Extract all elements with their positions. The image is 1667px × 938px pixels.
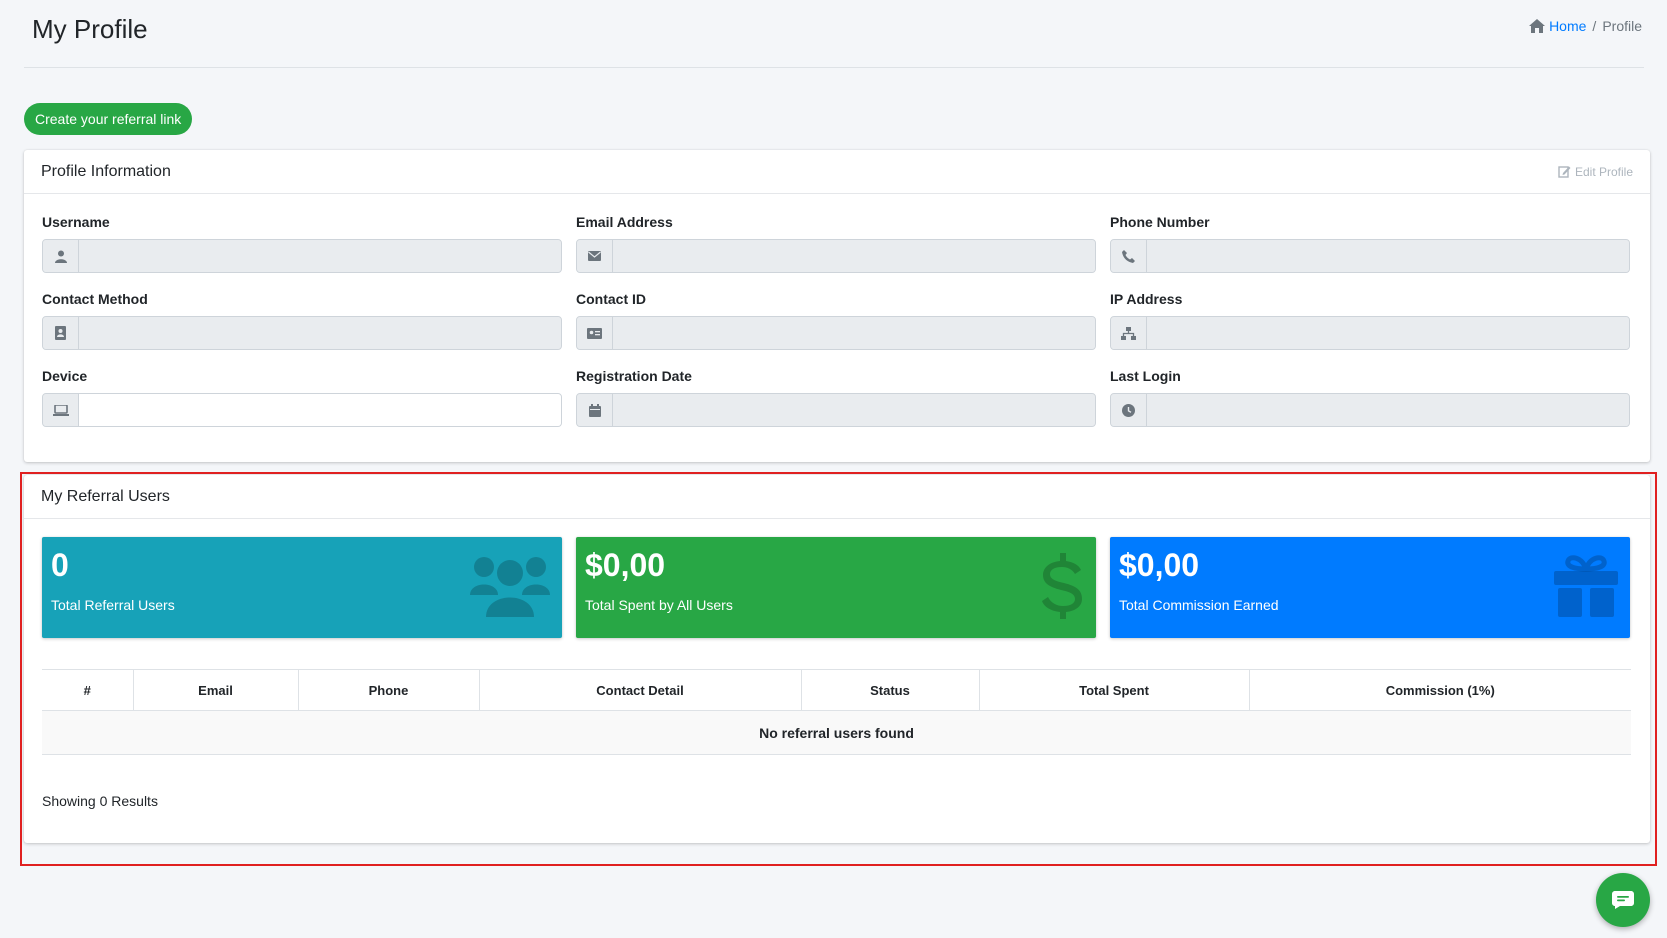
stat-value: $0,00 (1119, 547, 1200, 583)
stat-label: Total Spent by All Users (585, 597, 733, 613)
column-header-phone[interactable]: Phone (298, 669, 480, 711)
results-count: Showing 0 Results (42, 793, 158, 809)
profile-information-card: Profile Information Edit Profile Usernam… (24, 150, 1650, 462)
chat-button[interactable] (1596, 873, 1650, 927)
field-email: Email Address (576, 214, 1096, 275)
stat-total-spent: $0,00 Total Spent by All Users (576, 537, 1096, 638)
id-card-icon (577, 317, 613, 349)
stat-total-referral-users: 0 Total Referral Users (42, 537, 562, 638)
field-label: Device (42, 368, 88, 384)
stat-label: Total Commission Earned (1119, 597, 1279, 613)
field-last-login: Last Login (1110, 368, 1630, 429)
clock-icon (1111, 394, 1147, 426)
page-header: My Profile Home / Profile (24, 0, 1644, 68)
stat-label: Total Referral Users (51, 597, 175, 613)
create-referral-link-button[interactable]: Create your referral link (24, 103, 193, 135)
profile-card-header: Profile Information Edit Profile (24, 150, 1650, 194)
device-input[interactable] (79, 394, 561, 426)
breadcrumb-home-label: Home (1549, 18, 1587, 34)
table-row: No referral users found (42, 710, 1631, 755)
home-icon (1529, 19, 1546, 33)
referral-users-table: # Email Phone Contact Detail Status Tota… (42, 669, 1631, 755)
edit-profile-label: Edit Profile (1574, 164, 1633, 179)
table-header-row: # Email Phone Contact Detail Status Tota… (42, 669, 1631, 711)
calendar-icon (577, 394, 613, 426)
field-label: Contact ID (576, 291, 646, 307)
field-label: Last Login (1110, 368, 1181, 384)
field-ip-address: IP Address (1110, 291, 1630, 352)
field-contact-id: Contact ID (576, 291, 1096, 352)
column-header-contact-detail[interactable]: Contact Detail (479, 669, 802, 711)
gift-icon (1554, 555, 1618, 617)
stat-value: $0,00 (585, 547, 666, 583)
page: My Profile Home / Profile Create your re… (0, 0, 1667, 938)
contact-method-input[interactable] (79, 317, 561, 349)
breadcrumb-separator: / (1592, 18, 1597, 34)
breadcrumb-current: Profile (1602, 18, 1642, 34)
field-label: Contact Method (42, 291, 148, 307)
dollar-icon (1042, 553, 1082, 619)
field-contact-method: Contact Method (42, 291, 562, 352)
last-login-input[interactable] (1147, 394, 1629, 426)
address-book-icon (43, 317, 79, 349)
users-icon (470, 557, 550, 617)
breadcrumb-home-link[interactable]: Home (1529, 18, 1586, 34)
registration-date-input[interactable] (613, 394, 1095, 426)
field-device: Device (42, 368, 562, 429)
referral-users-card: My Referral Users 0 Total Referral Users… (24, 475, 1650, 843)
edit-icon (1558, 166, 1571, 178)
contact-id-input[interactable] (613, 317, 1095, 349)
column-header-status[interactable]: Status (801, 669, 980, 711)
breadcrumb: Home / Profile (1529, 18, 1642, 34)
phone-icon (1111, 240, 1147, 272)
column-header-email[interactable]: Email (133, 669, 299, 711)
field-phone: Phone Number (1110, 214, 1630, 275)
laptop-icon (43, 394, 79, 426)
stat-value: 0 (51, 547, 69, 583)
edit-profile-link[interactable]: Edit Profile (1558, 165, 1633, 179)
profile-card-title: Profile Information (41, 162, 171, 180)
empty-table-message: No referral users found (42, 710, 1631, 755)
stat-total-commission: $0,00 Total Commission Earned (1110, 537, 1630, 638)
username-input[interactable] (79, 240, 561, 272)
referral-card-title: My Referral Users (41, 487, 170, 505)
network-icon (1111, 317, 1147, 349)
referral-stats: 0 Total Referral Users $0,00 Total Spent… (42, 537, 1630, 638)
referral-card-header: My Referral Users (24, 475, 1650, 519)
field-label: Username (42, 214, 110, 230)
column-header-commission[interactable]: Commission (1%) (1249, 669, 1631, 711)
profile-fields: Username Email Address Phone Number Cont… (42, 214, 1632, 445)
page-title: My Profile (32, 14, 148, 44)
field-registration-date: Registration Date (576, 368, 1096, 429)
field-label: IP Address (1110, 291, 1183, 307)
field-label: Phone Number (1110, 214, 1210, 230)
email-input[interactable] (613, 240, 1095, 272)
ip-address-input[interactable] (1147, 317, 1629, 349)
field-label: Email Address (576, 214, 673, 230)
column-header-number[interactable]: # (42, 669, 134, 711)
phone-input[interactable] (1147, 240, 1629, 272)
user-icon (43, 240, 79, 272)
chat-icon (1612, 891, 1634, 909)
field-username: Username (42, 214, 562, 275)
field-label: Registration Date (576, 368, 692, 384)
column-header-total-spent[interactable]: Total Spent (979, 669, 1250, 711)
envelope-icon (577, 240, 613, 272)
